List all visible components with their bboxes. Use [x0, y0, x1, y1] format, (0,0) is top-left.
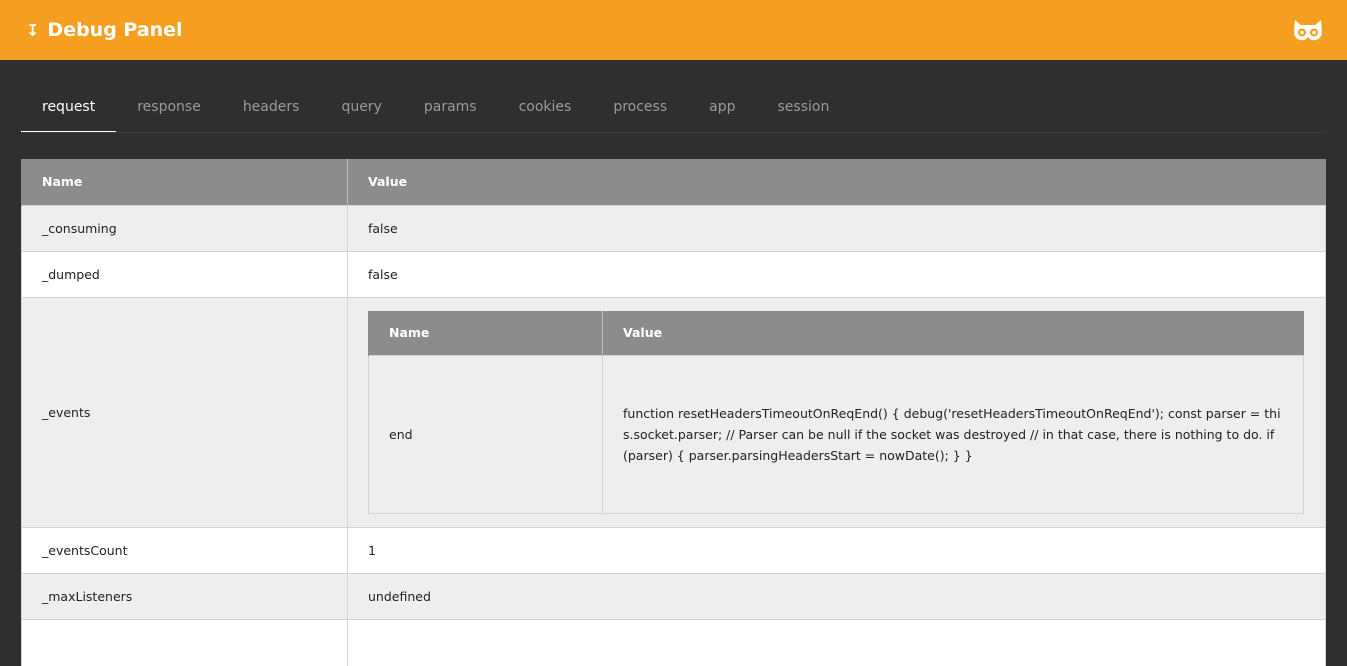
row-name-cell: _consuming — [21, 204, 348, 251]
column-header-name: Name — [21, 159, 348, 205]
tab-headers[interactable]: headers — [222, 86, 321, 133]
nested-row: end function resetHeadersTimeoutOnReqEnd… — [368, 355, 1304, 514]
properties-table: Name Value _consuming false _dumped fals… — [21, 159, 1326, 666]
row-value-cell: false — [347, 204, 1326, 251]
tabs-divider — [21, 132, 1326, 133]
panel-title-text: Debug Panel — [47, 19, 183, 41]
tab-response[interactable]: response — [116, 86, 222, 133]
row-name-cell — [21, 619, 348, 666]
tab-app[interactable]: app — [688, 86, 756, 133]
table-header-row: Name Value — [21, 159, 1326, 205]
row-name-cell: _events — [21, 296, 348, 528]
tab-session[interactable]: session — [757, 86, 851, 133]
row-name-cell: _maxListeners — [21, 573, 348, 620]
table-row: _eventsCount 1 — [21, 527, 1326, 574]
nested-header-row: Name Value — [368, 310, 1304, 356]
owl-logo-icon — [1294, 20, 1322, 41]
nested-column-header-name: Name — [368, 310, 603, 356]
tab-request[interactable]: request — [21, 86, 117, 133]
download-arrow-icon[interactable]: ↧ — [26, 21, 39, 40]
row-value-cell — [347, 619, 1326, 666]
tab-params[interactable]: params — [403, 86, 498, 133]
tab-cookies[interactable]: cookies — [498, 86, 593, 133]
row-value-cell: undefined — [347, 573, 1326, 620]
row-value-cell: false — [347, 250, 1326, 297]
row-value-cell: 1 — [347, 527, 1326, 574]
nested-events-table: Name Value end function resetHeadersTime… — [368, 310, 1304, 514]
nested-column-header-value: Value — [602, 310, 1304, 356]
top-bar: ↧ Debug Panel — [0, 0, 1347, 60]
table-row: _dumped false — [21, 250, 1326, 297]
table-row: _events Name Value end function resetHea… — [21, 296, 1326, 528]
row-value-cell: Name Value end function resetHeadersTime… — [347, 296, 1326, 528]
table-row — [21, 619, 1326, 666]
nested-name-cell: end — [368, 355, 603, 514]
nested-value-cell: function resetHeadersTimeoutOnReqEnd() {… — [602, 355, 1304, 514]
table-row: _consuming false — [21, 204, 1326, 251]
column-header-value: Value — [347, 159, 1326, 205]
tab-query[interactable]: query — [320, 86, 402, 133]
row-name-cell: _eventsCount — [21, 527, 348, 574]
panel-title: ↧ Debug Panel — [26, 19, 183, 41]
row-name-cell: _dumped — [21, 250, 348, 297]
tab-process[interactable]: process — [592, 86, 688, 133]
table-row: _maxListeners undefined — [21, 573, 1326, 620]
tab-bar: request response headers query params co… — [21, 86, 850, 134]
